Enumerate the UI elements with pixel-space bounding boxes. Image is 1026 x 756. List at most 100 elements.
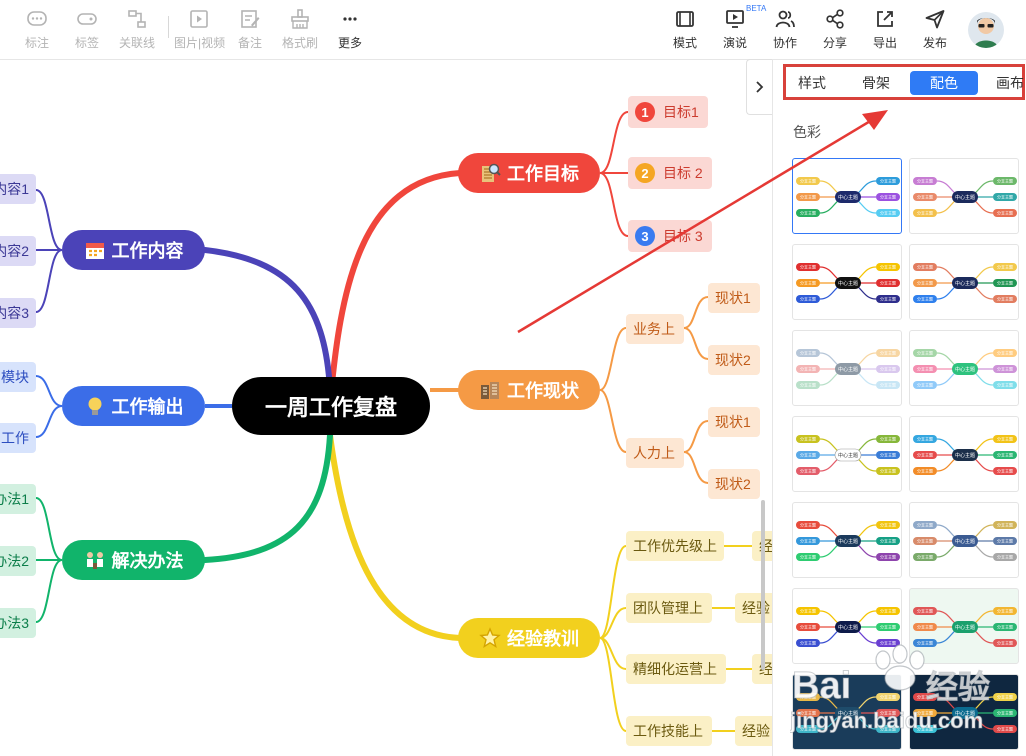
leaf-label: 目标1 bbox=[663, 104, 699, 120]
color-theme-option[interactable]: 分支主题 分支主题 分支主题 分支主题 分支主题 分支主题 中心主题 bbox=[909, 588, 1019, 664]
canvas-scrollbar[interactable] bbox=[761, 500, 765, 670]
note-button[interactable]: 备注 bbox=[225, 8, 275, 51]
content-leaf[interactable]: 内容2 bbox=[0, 236, 36, 266]
lessons-leaf[interactable]: 经验 bbox=[735, 716, 772, 746]
color-theme-option[interactable]: 分支主题 分支主题 分支主题 分支主题 分支主题 分支主题 中心主题 bbox=[792, 588, 902, 664]
theme-center-label: 中心主题 bbox=[838, 280, 858, 287]
output-leaf[interactable]: 工作 bbox=[0, 423, 36, 453]
export-button[interactable]: 导出 bbox=[860, 8, 910, 51]
collaborate-label: 协作 bbox=[772, 36, 797, 50]
leaf-label: 目标 3 bbox=[663, 228, 703, 244]
solution-leaf[interactable]: 办法1 bbox=[0, 484, 36, 514]
branch-content[interactable]: 工作内容 bbox=[62, 230, 205, 270]
tab-canvas[interactable]: 画布 bbox=[996, 71, 1026, 95]
more-icon bbox=[343, 17, 357, 21]
tab-color-scheme[interactable]: 配色 bbox=[910, 71, 978, 95]
star-icon bbox=[479, 627, 501, 649]
theme-branch-label: 分支主题 bbox=[800, 538, 816, 544]
theme-branch-label: 分支主题 bbox=[800, 468, 816, 474]
color-theme-option[interactable]: 分支主题 分支主题 分支主题 分支主题 分支主题 分支主题 中心主题 bbox=[792, 502, 902, 578]
more-label: 更多 bbox=[337, 36, 362, 50]
theme-preview: 分支主题 分支主题分支主题 分支主题分支主题 分支主题中心主题 bbox=[796, 435, 900, 475]
collapse-panel-button[interactable] bbox=[746, 59, 772, 115]
goal-leaf[interactable]: 3 目标 3 bbox=[628, 220, 712, 252]
theme-branch-label: 分支主题 bbox=[917, 280, 933, 286]
more-button[interactable]: 更多 bbox=[325, 8, 375, 51]
section-label-colors: 色彩 bbox=[793, 124, 821, 140]
branch-solution[interactable]: 解决办法 bbox=[62, 540, 205, 580]
color-theme-option[interactable]: 分支主题 分支主题 分支主题 分支主题 分支主题 分支主题 中心主题 bbox=[909, 244, 1019, 320]
goal-leaf[interactable]: 2 目标 2 bbox=[628, 157, 712, 189]
image-video-button[interactable]: 图片|视频 bbox=[174, 8, 225, 51]
status-leaf[interactable]: 现状1 bbox=[708, 283, 760, 313]
status-leaf[interactable]: 现状2 bbox=[708, 345, 760, 375]
theme-branch-label: 分支主题 bbox=[880, 726, 896, 732]
relation-line-button[interactable]: 关联线 bbox=[112, 8, 162, 51]
lessons-sub-node[interactable]: 工作优先级上 bbox=[626, 531, 724, 561]
theme-center-label: 中心主题 bbox=[955, 624, 975, 631]
theme-branch-label: 分支主题 bbox=[880, 554, 896, 560]
status-sub-node[interactable]: 业务上 bbox=[626, 314, 684, 344]
tag-button[interactable]: 标签 bbox=[62, 8, 112, 51]
root-node-label: 一周工作复盘 bbox=[264, 395, 397, 420]
lessons-leaf[interactable]: 经验 bbox=[735, 593, 772, 623]
collaborate-button[interactable]: 协作 bbox=[760, 8, 810, 51]
branch-lessons[interactable]: 经验教训 bbox=[458, 618, 600, 658]
output-leaf[interactable]: 模块 bbox=[0, 362, 36, 392]
root-node[interactable]: 一周工作复盘 bbox=[232, 377, 430, 435]
status-sub-node[interactable]: 人力上 bbox=[626, 438, 684, 468]
theme-branch-label: 分支主题 bbox=[917, 350, 933, 356]
top-toolbar: 标注 标签 关联线 图片|视频 备注 格式刷 更多 模式 BETA 演说 协作 … bbox=[0, 0, 1026, 60]
color-theme-option[interactable]: 分支主题 分支主题 分支主题 分支主题 分支主题 分支主题 中心主题 bbox=[909, 330, 1019, 406]
publish-button[interactable]: 发布 bbox=[910, 8, 960, 51]
theme-preview: 分支主题 分支主题分支主题 分支主题分支主题 分支主题中心主题 bbox=[796, 349, 900, 389]
theme-branch-label: 分支主题 bbox=[880, 194, 896, 200]
theme-preview: 分支主题 分支主题分支主题 分支主题分支主题 分支主题中心主题 bbox=[913, 607, 1017, 647]
comment-button[interactable]: 标注 bbox=[12, 8, 62, 51]
status-leaf[interactable]: 现状1 bbox=[708, 407, 760, 437]
color-theme-option[interactable]: 分支主题 分支主题 分支主题 分支主题 分支主题 分支主题 中心主题 bbox=[909, 416, 1019, 492]
content-leaf[interactable]: 内容1 bbox=[0, 174, 36, 204]
branch-goal[interactable]: 工作目标 bbox=[458, 153, 600, 193]
color-theme-option[interactable]: 分支主题 分支主题 分支主题 分支主题 分支主题 分支主题 中心主题 bbox=[909, 502, 1019, 578]
color-theme-option[interactable]: 分支主题 分支主题 分支主题 分支主题 分支主题 分支主题 中心主题 bbox=[792, 416, 902, 492]
presentation-button[interactable]: BETA 演说 bbox=[710, 4, 766, 51]
color-theme-option[interactable]: 分支主题 分支主题 分支主题 分支主题 分支主题 分支主题 中心主题 bbox=[909, 158, 1019, 234]
solution-leaf[interactable]: 办法2 bbox=[0, 546, 36, 576]
theme-branch-label: 分支主题 bbox=[997, 452, 1013, 458]
leaf-label: 办法1 bbox=[0, 491, 29, 507]
export-label: 导出 bbox=[872, 36, 897, 50]
lessons-sub-node[interactable]: 团队管理上 bbox=[626, 593, 712, 623]
lessons-sub-node[interactable]: 工作技能上 bbox=[626, 716, 712, 746]
color-theme-option[interactable]: 分支主题 分支主题 分支主题 分支主题 分支主题 分支主题 中心主题 bbox=[792, 674, 902, 750]
tab-style[interactable]: 样式 bbox=[794, 71, 830, 95]
color-theme-option[interactable]: 分支主题 分支主题 分支主题 分支主题 分支主题 分支主题 中心主题 bbox=[792, 158, 902, 234]
branch-status[interactable]: 工作现状 bbox=[458, 370, 600, 410]
branch-status-label: 工作现状 bbox=[507, 381, 579, 401]
mindmap-canvas[interactable]: 一周工作复盘 工作目标 工作现状 经验教训 工作内容 工作输出 解决办法 1 目标… bbox=[0, 60, 772, 756]
mode-button[interactable]: 模式 bbox=[660, 8, 710, 51]
theme-center-label: 中心主题 bbox=[955, 710, 975, 717]
color-theme-option[interactable]: 分支主题 分支主题 分支主题 分支主题 分支主题 分支主题 中心主题 bbox=[909, 674, 1019, 750]
theme-branch-label: 分支主题 bbox=[997, 710, 1013, 716]
theme-branch-label: 分支主题 bbox=[917, 726, 933, 732]
lessons-sub-node[interactable]: 精细化运营上 bbox=[626, 654, 726, 684]
tab-skeleton[interactable]: 骨架 bbox=[858, 71, 894, 95]
goal-leaf[interactable]: 1 目标1 bbox=[628, 96, 708, 128]
theme-branch-label: 分支主题 bbox=[880, 382, 896, 388]
solution-leaf[interactable]: 办法3 bbox=[0, 608, 36, 638]
theme-center-label: 中心主题 bbox=[955, 366, 975, 373]
status-leaf[interactable]: 现状2 bbox=[708, 469, 760, 499]
share-button[interactable]: 分享 bbox=[810, 8, 860, 51]
color-theme-option[interactable]: 分支主题 分支主题 分支主题 分支主题 分支主题 分支主题 中心主题 bbox=[792, 244, 902, 320]
theme-branch-label: 分支主题 bbox=[917, 624, 933, 630]
user-avatar[interactable] bbox=[968, 12, 1004, 48]
format-brush-button[interactable]: 格式刷 bbox=[275, 8, 325, 51]
content-leaf[interactable]: 内容3 bbox=[0, 298, 36, 328]
color-theme-option[interactable]: 分支主题 分支主题 分支主题 分支主题 分支主题 分支主题 中心主题 bbox=[792, 330, 902, 406]
number-3-icon: 3 bbox=[635, 226, 655, 246]
theme-branch-label: 分支主题 bbox=[997, 554, 1013, 560]
note-label: 备注 bbox=[237, 36, 262, 50]
branch-output[interactable]: 工作输出 bbox=[62, 386, 205, 426]
magnifier-building-icon bbox=[482, 163, 501, 182]
